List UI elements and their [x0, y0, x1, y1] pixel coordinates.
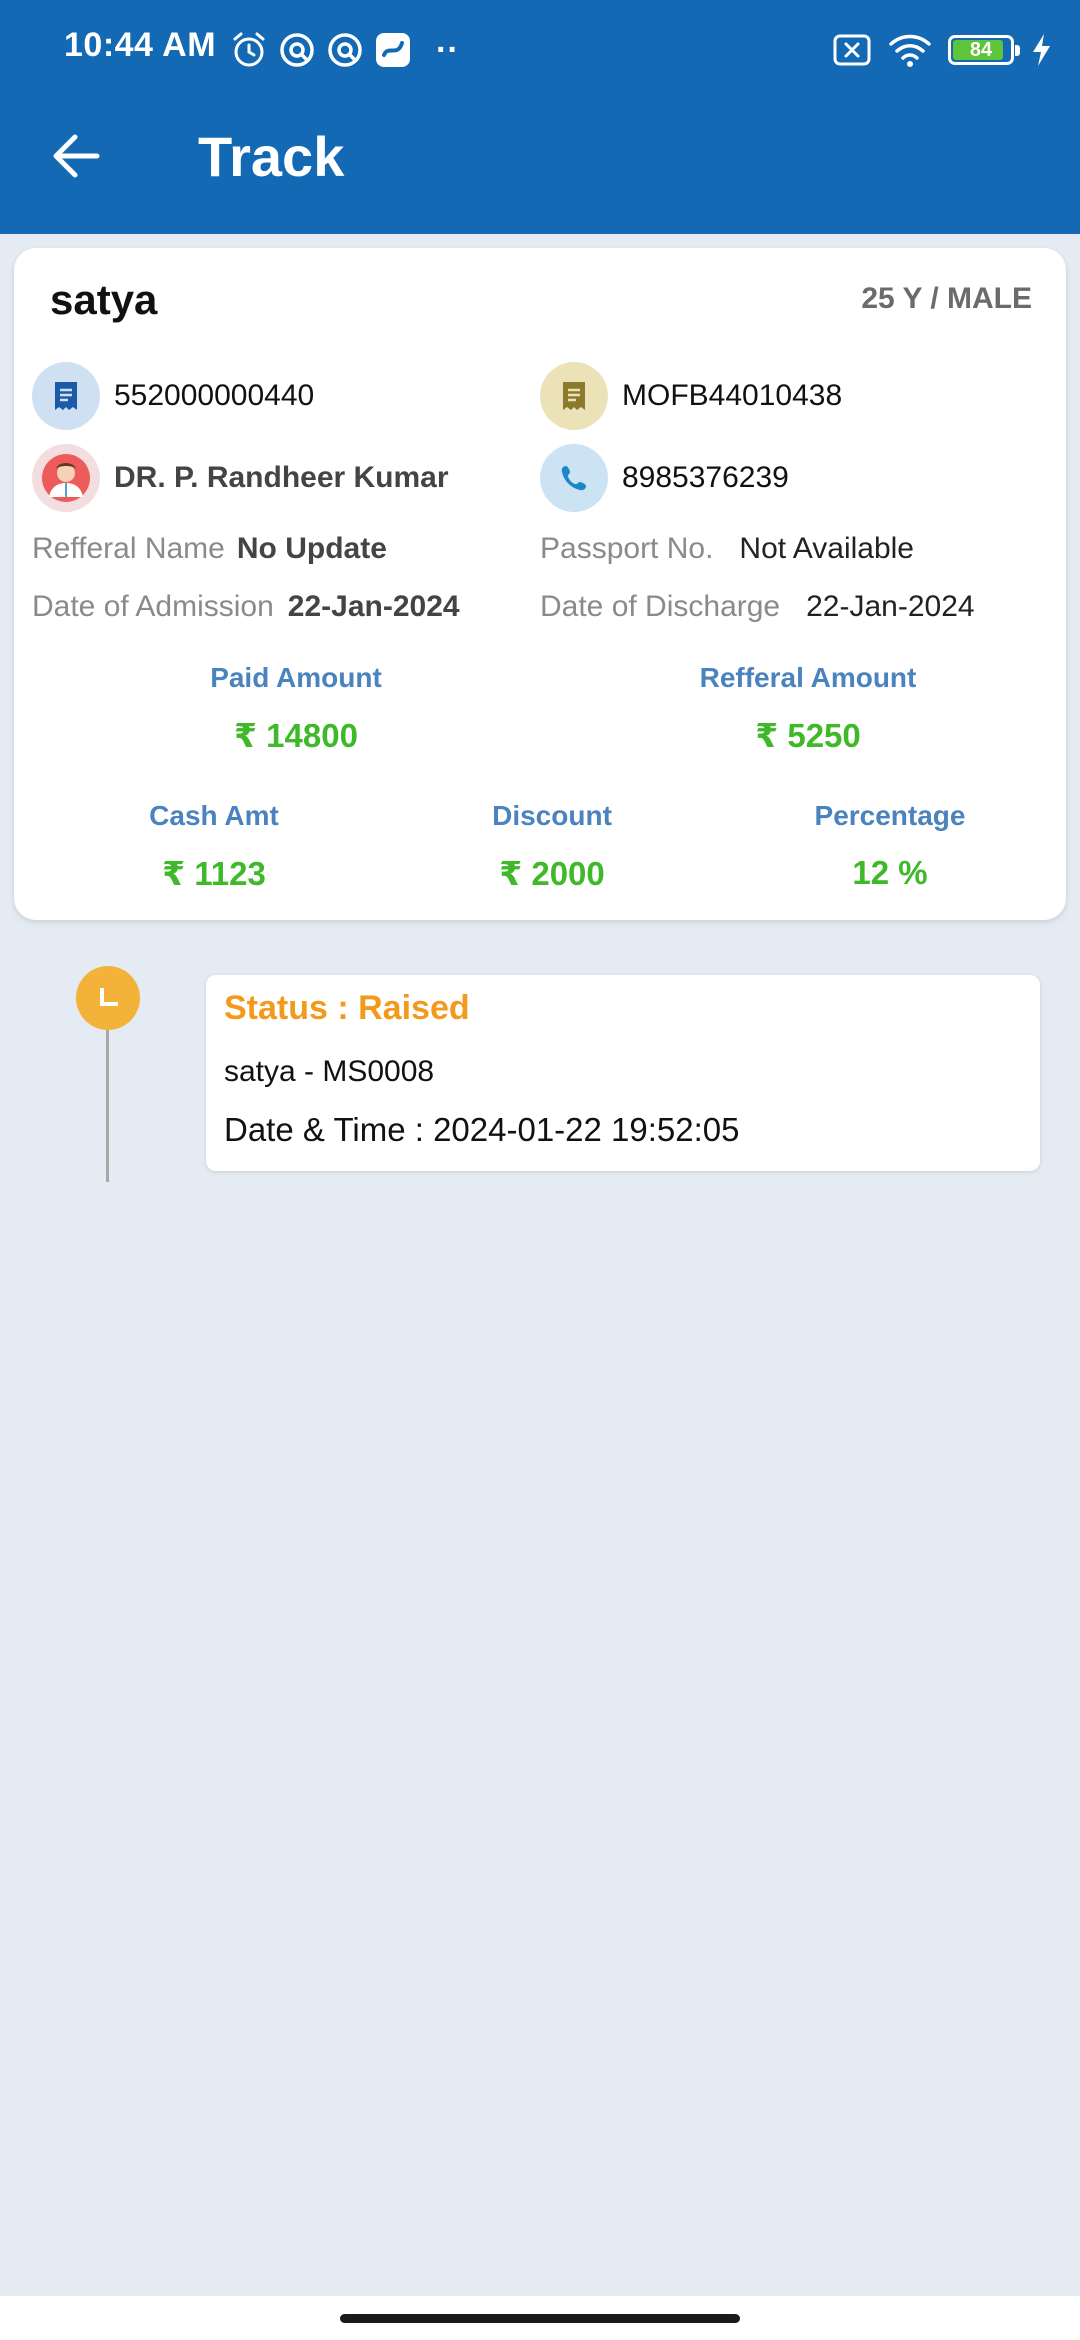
discharge-date-label: Date of Discharge: [540, 590, 781, 623]
discharge-date-value: 22-Jan-2024: [806, 590, 975, 623]
timeline-line: [106, 1030, 109, 1182]
page-title: Track: [198, 125, 345, 188]
doctor-row: DR. P. Randheer Kumar: [32, 444, 449, 512]
discharge-date-field: Date of Discharge 22-Jan-2024: [540, 590, 975, 624]
receipt-icon: [32, 362, 100, 430]
referral-amount-label: Refferal Amount: [699, 662, 917, 693]
discount: Discount ₹ 2000: [402, 800, 702, 893]
navigation-bar: [0, 2296, 1080, 2340]
app-notification-icon: [280, 33, 314, 67]
paid-amount-value: ₹ 14800: [234, 717, 358, 754]
passport-field: Passport No. Not Available: [540, 532, 914, 566]
passport-label: Passport No.: [540, 532, 714, 565]
app-header: 10:44 AM ·· 84 Track: [0, 0, 1080, 234]
referral-name-label: Refferal Name: [32, 532, 225, 565]
back-button[interactable]: [40, 120, 112, 192]
wifi-icon: [889, 34, 931, 67]
patient-card: satya 25 Y / MALE 552000000440 MOFB44010…: [14, 248, 1066, 920]
doctor-name: DR. P. Randheer Kumar: [114, 461, 449, 494]
paid-amount-label: Paid Amount: [210, 662, 382, 693]
doctor-avatar-icon: [32, 444, 100, 512]
clock-icon: [76, 966, 140, 1030]
age-gender: 25 Y / MALE: [861, 282, 1032, 315]
admission-date-field: Date of Admission 22-Jan-2024: [32, 590, 460, 624]
app-notification-icon: [328, 33, 362, 67]
battery-icon: 84: [948, 35, 1020, 65]
status-bar: 10:44 AM ·· 84: [0, 0, 1080, 100]
status-overflow: ··: [436, 30, 459, 69]
cash-amount: Cash Amt ₹ 1123: [64, 800, 364, 893]
phone-row[interactable]: 8985376239: [540, 444, 789, 512]
referral-name-value: No Update: [236, 532, 387, 565]
referral-name-field: Refferal Name No Update: [32, 532, 387, 566]
admission-date-label: Date of Admission: [32, 590, 274, 623]
patient-name: satya: [50, 276, 158, 323]
status-icons-right: 84: [832, 28, 1052, 72]
discount-label: Discount: [492, 800, 612, 831]
percentage-value: 12 %: [852, 854, 928, 891]
referral-amount-value: ₹ 5250: [755, 717, 861, 754]
app-notification-icon: [376, 33, 410, 67]
admission-date-value: 22-Jan-2024: [287, 590, 460, 623]
status-title: Status : Raised: [224, 989, 470, 1027]
referral-amount: Refferal Amount ₹ 5250: [658, 662, 958, 755]
paid-amount: Paid Amount ₹ 14800: [146, 662, 446, 755]
status-time: 10:44 AM: [64, 26, 217, 64]
phone-icon[interactable]: [540, 444, 608, 512]
cash-amount-value: ₹ 1123: [162, 855, 266, 892]
status-datetime: Date & Time : 2024-01-22 19:52:05: [224, 1111, 740, 1148]
status-icons-left: ··: [230, 28, 459, 72]
alarm-icon: [233, 32, 265, 67]
passport-value: Not Available: [739, 532, 914, 565]
phone-number[interactable]: 8985376239: [622, 461, 789, 495]
mof-number: MOFB44010438: [622, 379, 843, 412]
charging-icon: [1033, 34, 1050, 66]
discount-value: ₹ 2000: [499, 855, 605, 892]
percentage-label: Percentage: [814, 800, 966, 831]
no-sim-icon: [833, 34, 871, 66]
arrow-left-icon: [53, 134, 100, 178]
status-reference: satya - MS0008: [224, 1055, 435, 1088]
battery-level: 84: [969, 39, 993, 61]
bill-number: 552000000440: [114, 379, 315, 412]
bill-number-row: 552000000440: [32, 362, 314, 430]
receipt-icon: [540, 362, 608, 430]
mof-number-row: MOFB44010438: [540, 362, 842, 430]
home-indicator[interactable]: [340, 2314, 740, 2323]
timeline-status-card[interactable]: Status : Raised satya - MS0008 Date & Ti…: [206, 975, 1040, 1171]
percentage: Percentage 12 %: [740, 800, 1040, 892]
cash-amount-label: Cash Amt: [149, 800, 279, 831]
